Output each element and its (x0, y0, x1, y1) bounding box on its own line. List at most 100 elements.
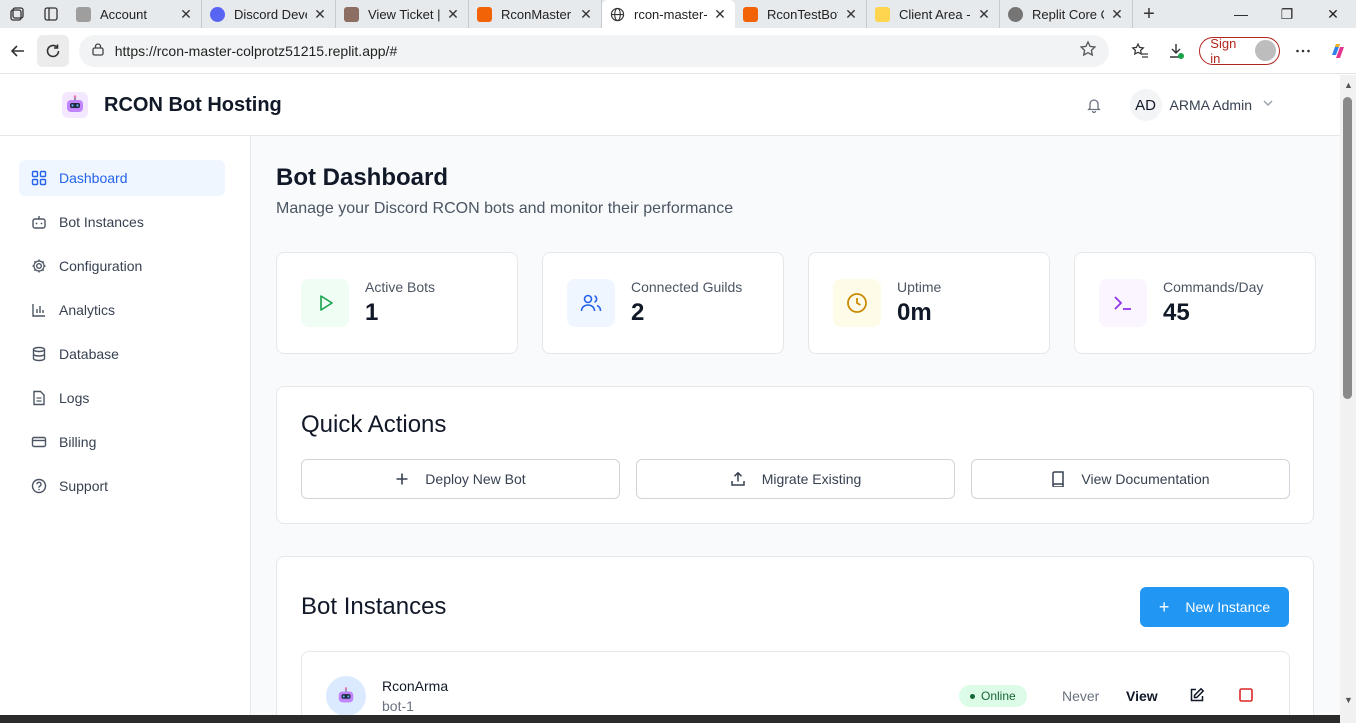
tab-title: Account (100, 6, 147, 22)
favorites-icon[interactable] (1123, 42, 1158, 60)
help-circle-icon (31, 478, 47, 494)
button-label: Deploy New Bot (425, 471, 526, 487)
restore-icon[interactable]: ❐ (1264, 0, 1310, 28)
status-badge: Online (959, 685, 1027, 707)
bot-instances-card: Bot Instances + New Instance RconArma bo… (276, 556, 1314, 723)
tab-favicon-icon (344, 6, 359, 22)
tab-title: Discord Deve (234, 6, 307, 22)
minimize-icon[interactable]: — (1218, 0, 1264, 28)
sidebar-item-label: Analytics (59, 302, 116, 318)
sign-in-button[interactable]: Sign in (1199, 35, 1280, 66)
button-label: Migrate Existing (761, 471, 862, 487)
site-info-icon[interactable] (91, 42, 105, 59)
close-tab-icon[interactable]: ✕ (446, 6, 460, 23)
sidebar-item-label: Billing (59, 434, 97, 450)
scroll-down-icon[interactable]: ▼ (1344, 695, 1353, 705)
browser-tab-bar: Account ✕ Discord Deve ✕ View Ticket | C… (0, 0, 1356, 28)
stat-label: Uptime (897, 279, 942, 295)
instance-id: bot-1 (382, 698, 414, 714)
bell-icon[interactable] (1082, 93, 1106, 117)
sidebar-item-billing[interactable]: Billing (19, 424, 225, 460)
instance-row[interactable]: RconArma bot-1 Online Never View (301, 651, 1290, 723)
copilot-icon[interactable] (1321, 41, 1356, 61)
robot-logo-icon (62, 92, 88, 118)
scrollbar-thumb[interactable] (1343, 97, 1352, 399)
browser-tab[interactable]: Discord Deve ✕ (202, 0, 336, 28)
new-instance-button[interactable]: + New Instance (1140, 587, 1289, 627)
stat-card-active-bots: Active Bots 1 (276, 252, 518, 354)
edit-icon[interactable] (1189, 687, 1205, 703)
button-label: View Documentation (1081, 471, 1210, 487)
tab-title: Client Area - (899, 6, 971, 22)
view-button[interactable]: View (1126, 688, 1158, 704)
stop-icon[interactable] (1238, 687, 1254, 703)
close-tab-icon[interactable]: ✕ (179, 6, 193, 23)
tab-actions-icon[interactable] (34, 0, 68, 28)
sidebar-item-dashboard[interactable]: Dashboard (19, 160, 225, 196)
robot-avatar-icon (326, 676, 366, 716)
taskbar-edge (0, 715, 1340, 723)
browser-tab[interactable]: Client Area - ✕ (867, 0, 1000, 28)
close-tab-icon[interactable]: ✕ (1110, 6, 1124, 23)
database-icon (31, 346, 47, 362)
new-tab-icon[interactable]: + (1133, 0, 1165, 28)
view-documentation-button[interactable]: View Documentation (971, 459, 1290, 499)
main-content: Bot Dashboard Manage your Discord RCON b… (252, 136, 1340, 723)
close-window-icon[interactable]: ✕ (1310, 0, 1356, 28)
tab-title: RconMaster - (501, 6, 573, 22)
close-tab-icon[interactable]: ✕ (977, 6, 991, 23)
reload-icon[interactable] (37, 34, 69, 67)
more-options-icon[interactable] (1286, 42, 1321, 60)
downloads-icon[interactable] (1158, 42, 1193, 60)
tab-title: RconTestBot - (767, 6, 838, 22)
browser-tab[interactable]: RconMaster - ✕ (469, 0, 602, 28)
stat-card-commands-per-day: Commands/Day 45 (1074, 252, 1316, 354)
window-controls: — ❐ ✕ (1218, 0, 1356, 28)
browser-tab[interactable]: Replit Core O ✕ (1000, 0, 1133, 28)
close-tab-icon[interactable]: ✕ (713, 6, 727, 23)
book-icon (1051, 471, 1065, 487)
page-title: Bot Dashboard (276, 164, 449, 191)
user-name[interactable]: ARMA Admin (1170, 97, 1252, 113)
close-tab-icon[interactable]: ✕ (844, 6, 858, 23)
gear-icon (31, 258, 47, 274)
workspaces-icon[interactable] (0, 0, 34, 28)
migrate-existing-button[interactable]: Migrate Existing (636, 459, 955, 499)
user-avatar[interactable]: AD (1129, 89, 1162, 121)
bot-icon (31, 214, 47, 230)
browser-tab[interactable]: Account ✕ (68, 0, 202, 28)
close-tab-icon[interactable]: ✕ (579, 6, 593, 23)
back-icon[interactable] (2, 35, 33, 67)
sidebar-item-logs[interactable]: Logs (19, 380, 225, 416)
chevron-down-icon[interactable] (1262, 96, 1274, 114)
brand-title[interactable]: RCON Bot Hosting (104, 94, 282, 117)
url-text: https://rcon-master-colprotz51215.replit… (114, 42, 398, 59)
sidebar-item-analytics[interactable]: Analytics (19, 292, 225, 328)
scroll-up-icon[interactable]: ▲ (1344, 80, 1353, 90)
sidebar-item-bot-instances[interactable]: Bot Instances (19, 204, 225, 240)
url-bar[interactable]: https://rcon-master-colprotz51215.replit… (78, 34, 1109, 67)
stat-value: 45 (1163, 299, 1190, 326)
profile-avatar-icon (1255, 40, 1276, 61)
upload-icon (730, 471, 746, 487)
sidebar-item-support[interactable]: Support (19, 468, 225, 504)
sidebar-item-label: Logs (59, 390, 90, 406)
sidebar-item-label: Bot Instances (59, 214, 144, 230)
browser-tab[interactable]: RconTestBot - ✕ (735, 0, 867, 28)
stat-value: 2 (631, 299, 645, 326)
sidebar: Dashboard Bot Instances Configuration An… (0, 136, 251, 723)
favorite-star-icon[interactable] (1079, 40, 1097, 61)
browser-tab[interactable]: View Ticket | C ✕ (336, 0, 469, 28)
close-tab-icon[interactable]: ✕ (313, 6, 327, 23)
sidebar-item-label: Configuration (59, 258, 143, 274)
sidebar-item-database[interactable]: Database (19, 336, 225, 372)
sign-in-label: Sign in (1210, 35, 1237, 66)
sidebar-item-configuration[interactable]: Configuration (19, 248, 225, 284)
page-scrollbar[interactable]: ▲ ▼ (1340, 75, 1356, 723)
browser-tab-active[interactable]: rcon-master-c ✕ (602, 0, 735, 28)
deploy-new-bot-button[interactable]: Deploy New Bot (301, 459, 620, 499)
tab-title: Replit Core O (1032, 6, 1104, 22)
address-bar-row: https://rcon-master-colprotz51215.replit… (0, 28, 1356, 74)
sidebar-item-label: Database (59, 346, 119, 362)
last-seen: Never (1062, 688, 1100, 704)
